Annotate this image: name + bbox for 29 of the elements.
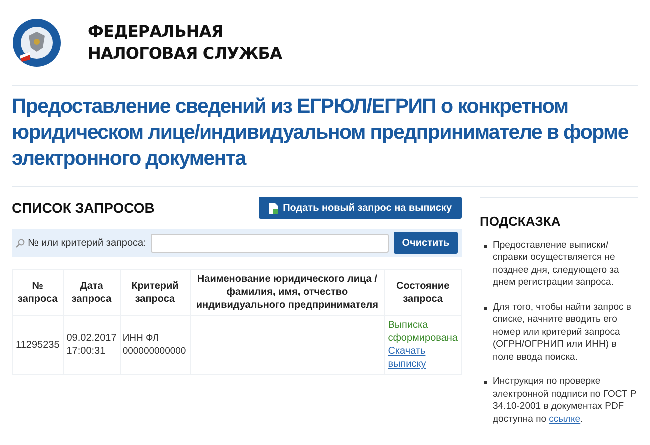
emblem-logo [12, 18, 62, 68]
clear-button[interactable]: Очистить [394, 232, 458, 254]
hint-text: Инструкция по проверке электронной подписи по ГОСТ Р 34.10-2001 в документах PDF доступна по ссылке. [493, 376, 638, 426]
document-icon [269, 202, 278, 214]
page-title: Предоставление сведений из ЕГРЮЛ/ЕГРИП о конкретном юридическом лице/индивидуальном предпринимателе в форме электронного документа [12, 94, 630, 172]
download-link[interactable]: Скачать выписку [388, 345, 458, 371]
search-label: № или критерий запроса: [28, 236, 146, 250]
bullet-icon [484, 381, 487, 384]
search-icon [16, 238, 25, 248]
org-name-line: ФЕДЕРАЛЬНАЯ [88, 20, 224, 42]
column-header: Наименование юридического лица / фамилия, имя, отчество индивидуального предпринимателя [190, 270, 385, 316]
hint-link[interactable]: ссылке [549, 414, 581, 424]
search-field[interactable] [151, 234, 390, 252]
status-text: Выписка сформирована [388, 319, 458, 345]
column-header: Дата запроса [63, 270, 120, 316]
org-name-line: НАЛОГОВАЯ СЛУЖБА [88, 42, 282, 64]
hint-text: Для того, чтобы найти запрос в списке, начните вводить его номер или критерий запроса (ОГРН/ОГРНИП или ИНН) в поле ввода поиска. [493, 302, 632, 364]
bullet-icon [484, 244, 487, 248]
new-request-button[interactable]: Подать новый запрос на выписку [259, 197, 462, 219]
section-heading: СПИСОК ЗАПРОСОВ [12, 198, 155, 218]
column-header: Критерий запроса [120, 270, 190, 316]
table-cell: 11295235 [12, 316, 64, 374]
table-cell: ИНН ФЛ 000000000000 [120, 316, 190, 374]
hint-text: Предоставление выписки/ справки осуществляется не позднее дня, следующего за днем регистрации запроса. [493, 240, 620, 290]
bullet-icon [484, 306, 487, 310]
table-cell: 09.02.2017 17:00:31 [63, 316, 120, 374]
column-header: № запроса [12, 270, 64, 316]
column-header: Состояние запроса [384, 270, 462, 316]
hint-heading: ПОДСКАЗКА [480, 213, 562, 231]
